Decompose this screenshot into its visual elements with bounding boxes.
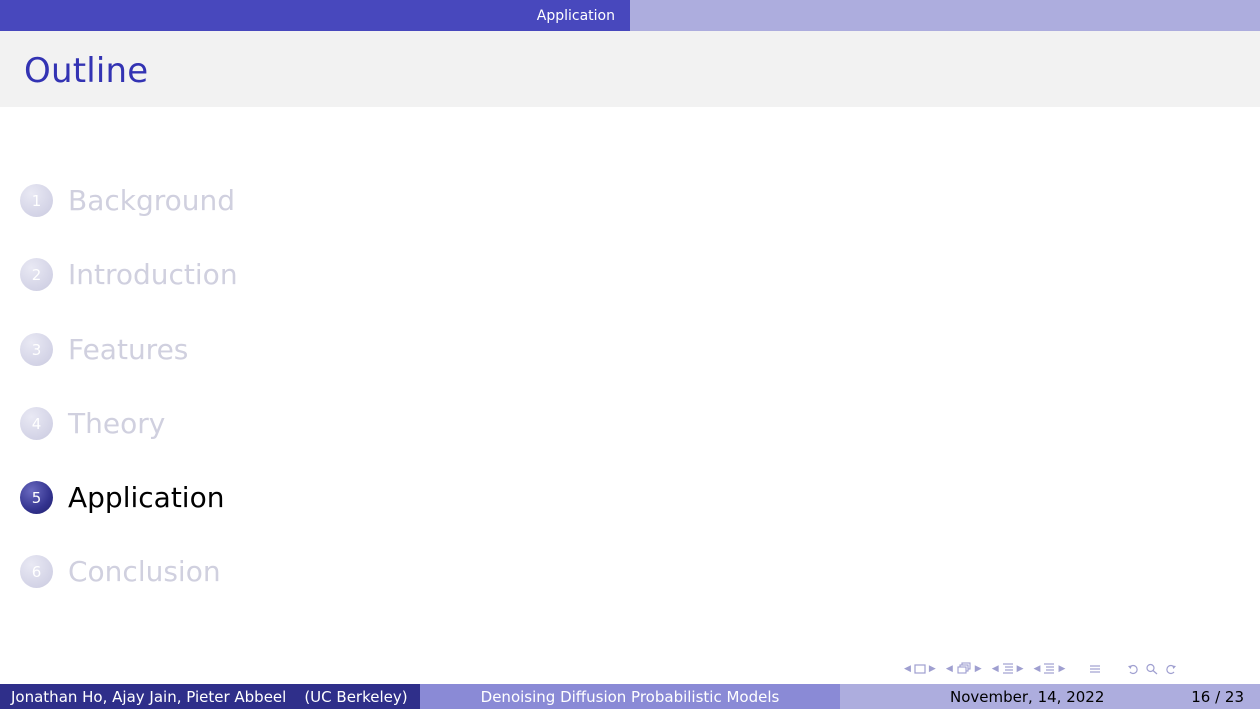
outline-number-badge: 5 <box>20 481 53 514</box>
headline-section-area: Application <box>0 0 630 31</box>
page-title: Outline <box>24 51 149 91</box>
footer-title: Denoising Diffusion Probabilistic Models <box>480 687 780 706</box>
outline-item-label: Features <box>68 333 189 366</box>
footer-author-box: Jonathan Ho, Ajay Jain, Pieter Abbeel (U… <box>0 684 420 709</box>
outline-number-badge: 2 <box>20 258 53 291</box>
frame-forward-icon[interactable]: ▶ <box>929 664 936 674</box>
section-forward-icon[interactable]: ▶ <box>1058 664 1065 674</box>
appendix-icon[interactable] <box>1089 663 1101 675</box>
search-icon[interactable] <box>1145 663 1159 675</box>
footer-institute: (UC Berkeley) <box>304 687 408 706</box>
slide-forward-icon[interactable]: ▶ <box>975 664 982 674</box>
outline-item-label: Application <box>68 481 225 514</box>
outline-item-label: Conclusion <box>68 555 221 588</box>
section-icon[interactable] <box>1043 662 1055 676</box>
frame-back-icon[interactable]: ◀ <box>904 664 911 674</box>
slide-back-icon[interactable]: ◀ <box>946 664 953 674</box>
subsection-back-icon[interactable]: ◀ <box>992 664 999 674</box>
frame-title-bar: Outline <box>0 31 1260 107</box>
outline-number-badge: 4 <box>20 407 53 440</box>
subsection-icon[interactable] <box>1002 662 1014 676</box>
subsection-forward-icon[interactable]: ▶ <box>1017 664 1024 674</box>
outline-item-background[interactable]: 1 Background <box>20 184 235 217</box>
outline-item-theory[interactable]: 4 Theory <box>20 407 165 440</box>
section-back-icon[interactable]: ◀ <box>1034 664 1041 674</box>
slide-icon[interactable] <box>956 662 972 676</box>
outline-item-label: Theory <box>68 407 166 440</box>
footer-page-number: 16 / 23 <box>1191 687 1244 706</box>
outline-item-introduction[interactable]: 2 Introduction <box>20 258 238 291</box>
headline-bar: Application <box>0 0 1260 31</box>
outline-item-conclusion[interactable]: 6 Conclusion <box>20 555 221 588</box>
footer-authors: Jonathan Ho, Ajay Jain, Pieter Abbeel <box>11 687 287 706</box>
frame-icon[interactable] <box>914 664 926 674</box>
outline-number-badge: 1 <box>20 184 53 217</box>
footer-date: November, 14, 2022 <box>950 687 1105 706</box>
navigation-symbols: ◀ ▶ ◀ ▶ ◀ ▶ ◀ ▶ <box>904 661 1177 677</box>
outline-item-label: Introduction <box>68 258 238 291</box>
footer-title-box: Denoising Diffusion Probabilistic Models <box>420 684 840 709</box>
outline-number-badge: 6 <box>20 555 53 588</box>
outline-number-badge: 3 <box>20 333 53 366</box>
footer-bar: Jonathan Ho, Ajay Jain, Pieter Abbeel (U… <box>0 684 1260 709</box>
undo-icon[interactable] <box>1127 663 1141 675</box>
redo-icon[interactable] <box>1163 663 1177 675</box>
outline-item-application[interactable]: 5 Application <box>20 481 224 514</box>
outline-item-label: Background <box>68 184 236 217</box>
outline-item-features[interactable]: 3 Features <box>20 333 188 366</box>
headline-subsection-area <box>630 0 1260 31</box>
current-section-link[interactable]: Application <box>537 8 630 24</box>
footer-date-box: November, 14, 2022 16 / 23 <box>840 684 1260 709</box>
